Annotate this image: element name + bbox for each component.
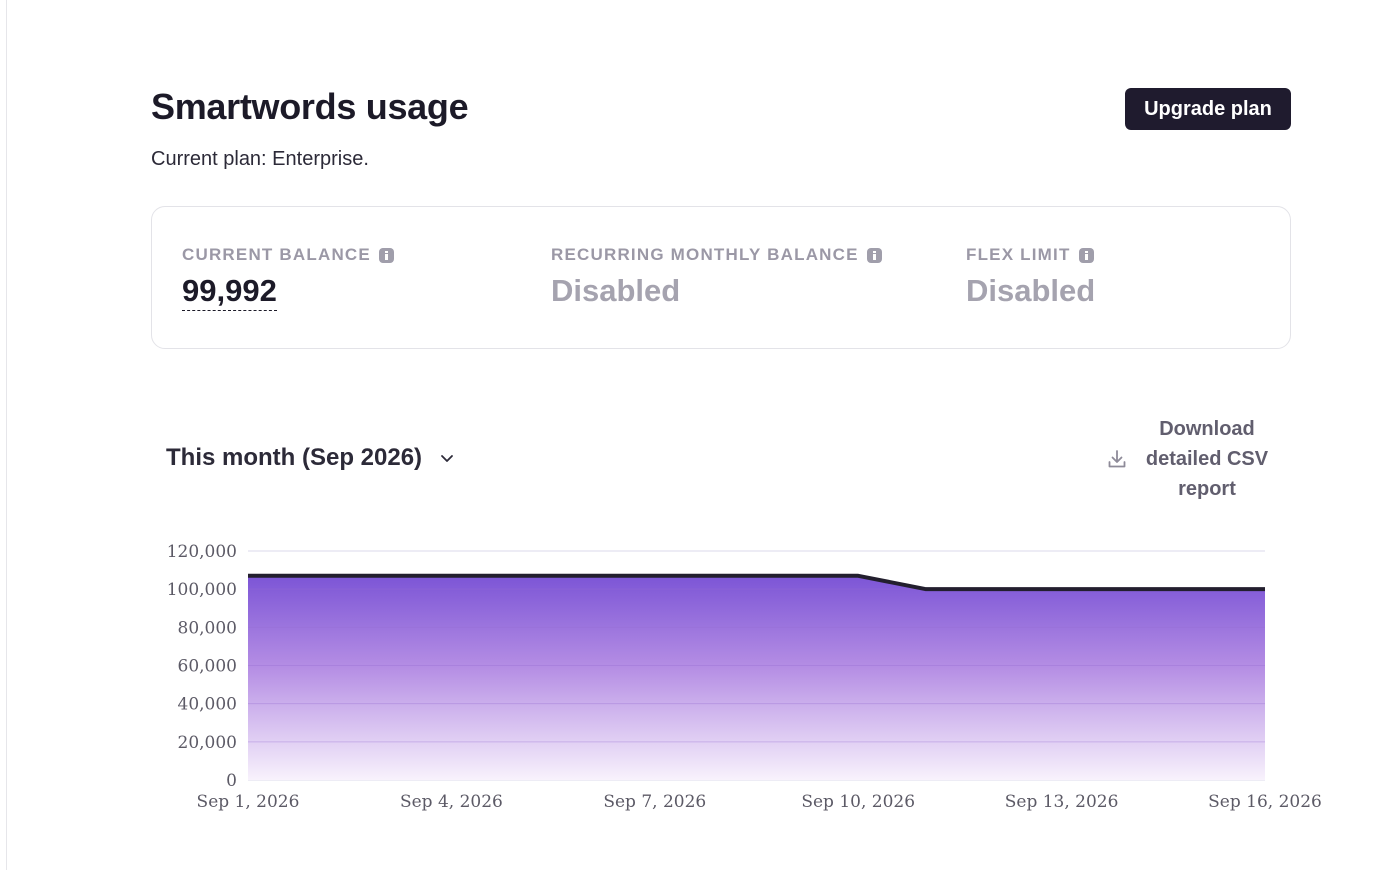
- y-axis-ticks: 0 20,000 40,000 60,000 80,000 100,000 120,000: [167, 542, 237, 791]
- x-tick-label: Sep 10, 2026: [801, 792, 915, 812]
- y-tick-label: 20,000: [178, 733, 237, 753]
- y-tick-label: 40,000: [178, 695, 237, 715]
- chart-area-layer: [248, 573, 1265, 780]
- y-tick-label: 100,000: [167, 580, 237, 600]
- y-tick-label: 120,000: [167, 542, 237, 562]
- x-axis-ticks: Sep 1, 2026 Sep 4, 2026 Sep 7, 2026 Sep 10,…: [197, 792, 1322, 812]
- x-tick-label: Sep 4, 2026: [400, 792, 503, 812]
- x-tick-label: Sep 16, 2026: [1208, 792, 1322, 812]
- balance-area: [248, 575, 1265, 780]
- y-tick-label: 0: [226, 771, 237, 791]
- y-tick-label: 80,000: [178, 618, 237, 638]
- usage-chart: 020,00040,00060,00080,000100,000120,000 …: [167, 542, 1322, 812]
- x-tick-label: Sep 13, 2026: [1005, 792, 1119, 812]
- x-tick-label: Sep 1, 2026: [197, 792, 300, 812]
- x-tick-label: Sep 7, 2026: [603, 792, 706, 812]
- y-tick-label: 60,000: [178, 657, 237, 677]
